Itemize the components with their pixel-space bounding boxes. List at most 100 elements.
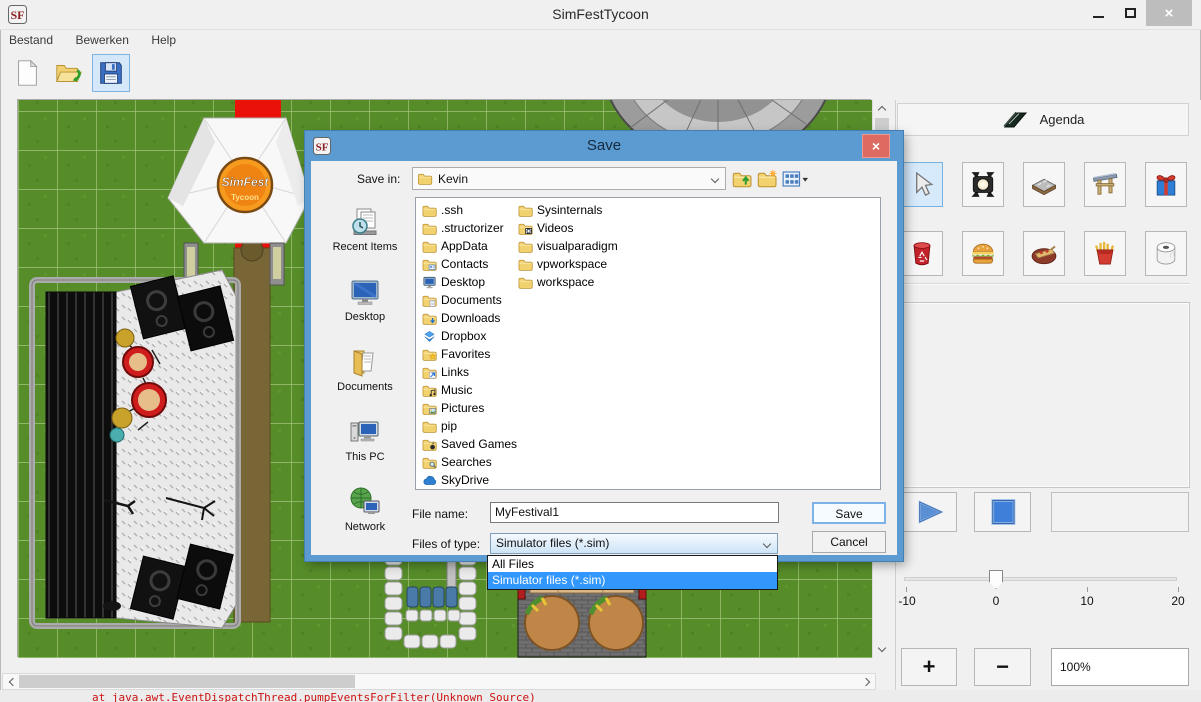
minus-icon: −	[996, 654, 1009, 680]
tool-entrance-gate[interactable]	[1084, 162, 1126, 207]
slider-tick	[906, 587, 907, 592]
dialog-close-button[interactable]: ×	[862, 134, 890, 158]
toilet-paper-icon	[1151, 237, 1181, 270]
dialog-title-bar[interactable]: SF Save ×	[305, 131, 903, 161]
svg-text:Tycoon: Tycoon	[231, 193, 259, 202]
saved-games-folder-icon	[422, 437, 437, 452]
file-item[interactable]: Music	[422, 381, 517, 399]
dropdown-option-simulator-files[interactable]: Simulator files (*.sim)	[488, 572, 777, 589]
open-file-button[interactable]	[50, 54, 88, 92]
skydrive-cloud-icon	[422, 473, 437, 488]
speed-slider-track[interactable]	[904, 577, 1177, 581]
file-item[interactable]: AppData	[422, 237, 517, 255]
maximize-button[interactable]	[1115, 0, 1145, 26]
tool-road-tile[interactable]	[1023, 162, 1065, 207]
file-item[interactable]: Sysinternals	[518, 201, 618, 219]
place-this-pc[interactable]: This PC	[321, 415, 409, 463]
new-file-button[interactable]	[8, 54, 46, 92]
file-item[interactable]: pip	[422, 417, 517, 435]
create-new-folder-button[interactable]	[756, 169, 778, 189]
zoom-out-button[interactable]: −	[974, 648, 1031, 686]
chevron-down-icon	[711, 175, 719, 183]
agenda-button[interactable]: Agenda	[897, 103, 1189, 136]
file-item[interactable]: Documents	[422, 291, 517, 309]
scroll-left-button[interactable]	[3, 674, 19, 689]
pictures-folder-icon	[422, 401, 437, 416]
file-list[interactable]: .ssh .structorizer AppData Contacts Desk…	[415, 197, 881, 490]
scroll-down-button[interactable]	[873, 641, 891, 658]
file-item[interactable]: workspace	[518, 273, 618, 291]
file-item[interactable]: Downloads	[422, 309, 517, 327]
file-item[interactable]: .ssh	[422, 201, 517, 219]
links-folder-icon	[422, 365, 437, 380]
place-recent-items[interactable]: Recent Items	[321, 205, 409, 253]
pizza-icon	[1029, 237, 1059, 270]
file-item[interactable]: Links	[422, 363, 517, 381]
horizontal-scroll-thumb[interactable]	[19, 675, 355, 688]
files-of-type-label: Files of type:	[412, 537, 480, 551]
this-pc-icon	[348, 415, 382, 449]
save-in-combobox[interactable]: Kevin	[412, 167, 726, 190]
menu-bestand[interactable]: Bestand	[0, 30, 62, 47]
file-label: Contacts	[441, 257, 488, 271]
menu-bewerken[interactable]: Bewerken	[67, 30, 138, 47]
tool-spotlight[interactable]	[962, 162, 1004, 207]
file-item[interactable]: Searches	[422, 453, 517, 471]
place-documents[interactable]: Documents	[321, 345, 409, 393]
save-file-button[interactable]	[92, 54, 130, 92]
stop-button[interactable]	[974, 492, 1031, 532]
up-one-level-button[interactable]	[732, 169, 752, 189]
up-folder-icon	[732, 169, 752, 189]
tool-burger[interactable]	[962, 231, 1004, 276]
status-bar: at java.awt.EventDispatchThread.pumpEven…	[0, 690, 1201, 702]
tool-cursor[interactable]	[901, 162, 943, 207]
file-label: vpworkspace	[537, 257, 607, 271]
zoom-in-button[interactable]: +	[901, 648, 957, 686]
chevron-left-icon	[8, 677, 16, 685]
minimize-icon	[1093, 16, 1104, 18]
file-label: Desktop	[441, 275, 485, 289]
file-item[interactable]: .structorizer	[422, 219, 517, 237]
files-of-type-combobox[interactable]: Simulator files (*.sim)	[490, 533, 778, 554]
folder-icon	[422, 419, 437, 434]
dropdown-option-all-files[interactable]: All Files	[488, 556, 777, 572]
tool-toilet-paper[interactable]	[1145, 231, 1187, 276]
tool-gift[interactable]	[1145, 162, 1187, 207]
chevron-down-icon	[878, 644, 886, 652]
tool-trash-can[interactable]	[901, 231, 943, 276]
file-item[interactable]: Videos	[518, 219, 618, 237]
minimize-button[interactable]	[1083, 0, 1113, 26]
searches-folder-icon	[422, 455, 437, 470]
file-label: Saved Games	[441, 437, 517, 451]
play-button[interactable]	[901, 492, 957, 532]
place-desktop[interactable]: Desktop	[321, 275, 409, 323]
file-item[interactable]: Pictures	[422, 399, 517, 417]
horizontal-scrollbar[interactable]	[2, 673, 876, 690]
file-item[interactable]: Contacts	[422, 255, 517, 273]
close-button[interactable]: ×	[1146, 0, 1192, 26]
file-item[interactable]: Saved Games	[422, 435, 517, 453]
file-name-input[interactable]: MyFestival1	[490, 502, 779, 523]
cursor-icon	[907, 168, 937, 201]
agenda-label: Agenda	[1040, 112, 1085, 127]
file-item[interactable]: SkyDrive	[422, 471, 517, 489]
speed-slider-thumb[interactable]	[989, 570, 1003, 589]
cancel-button[interactable]: Cancel	[812, 531, 886, 553]
menu-help[interactable]: Help	[142, 30, 185, 47]
place-network[interactable]: Network	[321, 485, 409, 533]
scroll-right-button[interactable]	[859, 674, 875, 689]
file-item[interactable]: Favorites	[422, 345, 517, 363]
view-menu-button[interactable]	[782, 169, 810, 189]
title-bar: SF SimFestTycoon ×	[0, 0, 1201, 29]
scroll-up-button[interactable]	[873, 100, 891, 117]
file-item[interactable]: Dropbox	[422, 327, 517, 345]
file-item[interactable]: Desktop	[422, 273, 517, 291]
save-button[interactable]: Save	[812, 502, 886, 524]
file-label: SkyDrive	[441, 473, 489, 487]
tool-pizza[interactable]	[1023, 231, 1065, 276]
save-in-label: Save in:	[357, 172, 400, 186]
tool-fries[interactable]	[1084, 231, 1126, 276]
gift-icon	[1151, 168, 1181, 201]
file-item[interactable]: visualparadigm	[518, 237, 618, 255]
file-item[interactable]: vpworkspace	[518, 255, 618, 273]
